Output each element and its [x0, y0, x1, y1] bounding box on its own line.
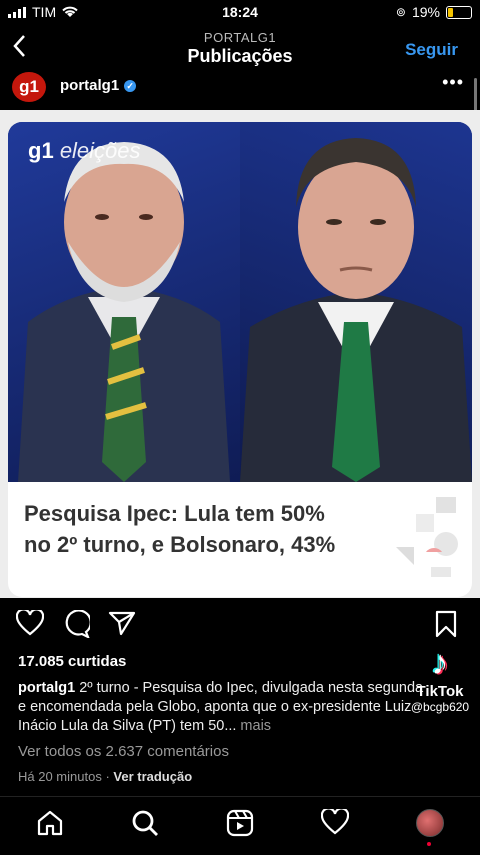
nav-search[interactable] [131, 809, 159, 842]
save-button[interactable] [434, 610, 458, 643]
news-headline: Pesquisa Ipec: Lula tem 50% no 2º turno,… [24, 501, 336, 557]
view-comments-link[interactable]: Ver todos os 2.637 comentários [18, 743, 229, 760]
tiktok-handle: @bcgb620 [410, 700, 470, 714]
heart-icon [320, 807, 350, 835]
username-link[interactable]: portalg1 ✓ [60, 77, 137, 94]
comment-icon [65, 609, 92, 640]
like-button[interactable] [15, 608, 45, 641]
post-actions [0, 606, 480, 646]
bottom-nav [0, 796, 480, 855]
follow-button[interactable]: Seguir [405, 40, 458, 60]
home-icon [37, 810, 63, 836]
lula-portrait-image [18, 142, 230, 482]
nav-profile[interactable] [416, 809, 444, 837]
tiktok-logo-icon: ♪ [431, 644, 449, 682]
avatar[interactable]: g1 [12, 72, 46, 102]
tiktok-watermark: ♪ TikTok @bcgb620 [404, 644, 476, 714]
news-card: g1 eleições Pesquisa Ipec: Lula tem 50% … [8, 122, 472, 597]
status-bar: TIM 18:24 ⊚ 19% [0, 0, 480, 26]
share-button[interactable] [108, 610, 136, 641]
search-icon [132, 810, 158, 836]
bookmark-icon [435, 610, 457, 638]
nav-reels[interactable] [226, 809, 254, 842]
tiktok-label: TikTok [416, 683, 464, 700]
post-caption: portalg1 2º turno - Pesquisa do Ipec, di… [18, 679, 428, 736]
right-portrait [240, 122, 472, 482]
top-header: PORTALG1 Publicações Seguir [0, 28, 480, 70]
decorative-shapes [396, 497, 458, 577]
post-time: Há 20 minutos · Ver tradução [18, 769, 192, 784]
left-portrait [8, 122, 240, 482]
likes-count[interactable]: 17.085 curtidas [18, 653, 126, 670]
caption-text: 2º turno - Pesquisa do Ipec, divulgada n… [18, 680, 424, 734]
more-options-icon[interactable]: ••• [442, 72, 464, 93]
caption-more-link[interactable]: mais [236, 718, 271, 734]
username-text: portalg1 [60, 77, 120, 94]
nav-home[interactable] [36, 809, 64, 842]
caption-username[interactable]: portalg1 [18, 680, 75, 696]
reels-icon [226, 809, 254, 837]
post-header: g1 portalg1 ✓ ••• [0, 68, 480, 108]
nav-activity[interactable] [320, 807, 350, 840]
battery-fill [448, 7, 453, 17]
photo-area: g1 eleições [8, 122, 472, 482]
rotation-lock-icon: ⊚ [395, 5, 406, 19]
post-image[interactable]: g1 eleições Pesquisa Ipec: Lula tem 50% … [0, 110, 480, 598]
time-ago: Há 20 minutos [18, 769, 102, 784]
bolsonaro-portrait-image [240, 138, 472, 482]
battery-icon [446, 5, 472, 19]
profile-avatar [416, 809, 444, 837]
translate-link[interactable]: Ver tradução [113, 769, 192, 784]
verified-icon: ✓ [124, 80, 137, 92]
comment-button[interactable] [62, 609, 92, 643]
heart-icon [15, 608, 45, 636]
battery-percent: 19% [411, 4, 440, 20]
time-separator: · [101, 769, 114, 784]
send-icon [108, 611, 136, 636]
notification-dot [427, 842, 431, 846]
g1-eleicoes-logo: g1 eleições [28, 138, 141, 163]
